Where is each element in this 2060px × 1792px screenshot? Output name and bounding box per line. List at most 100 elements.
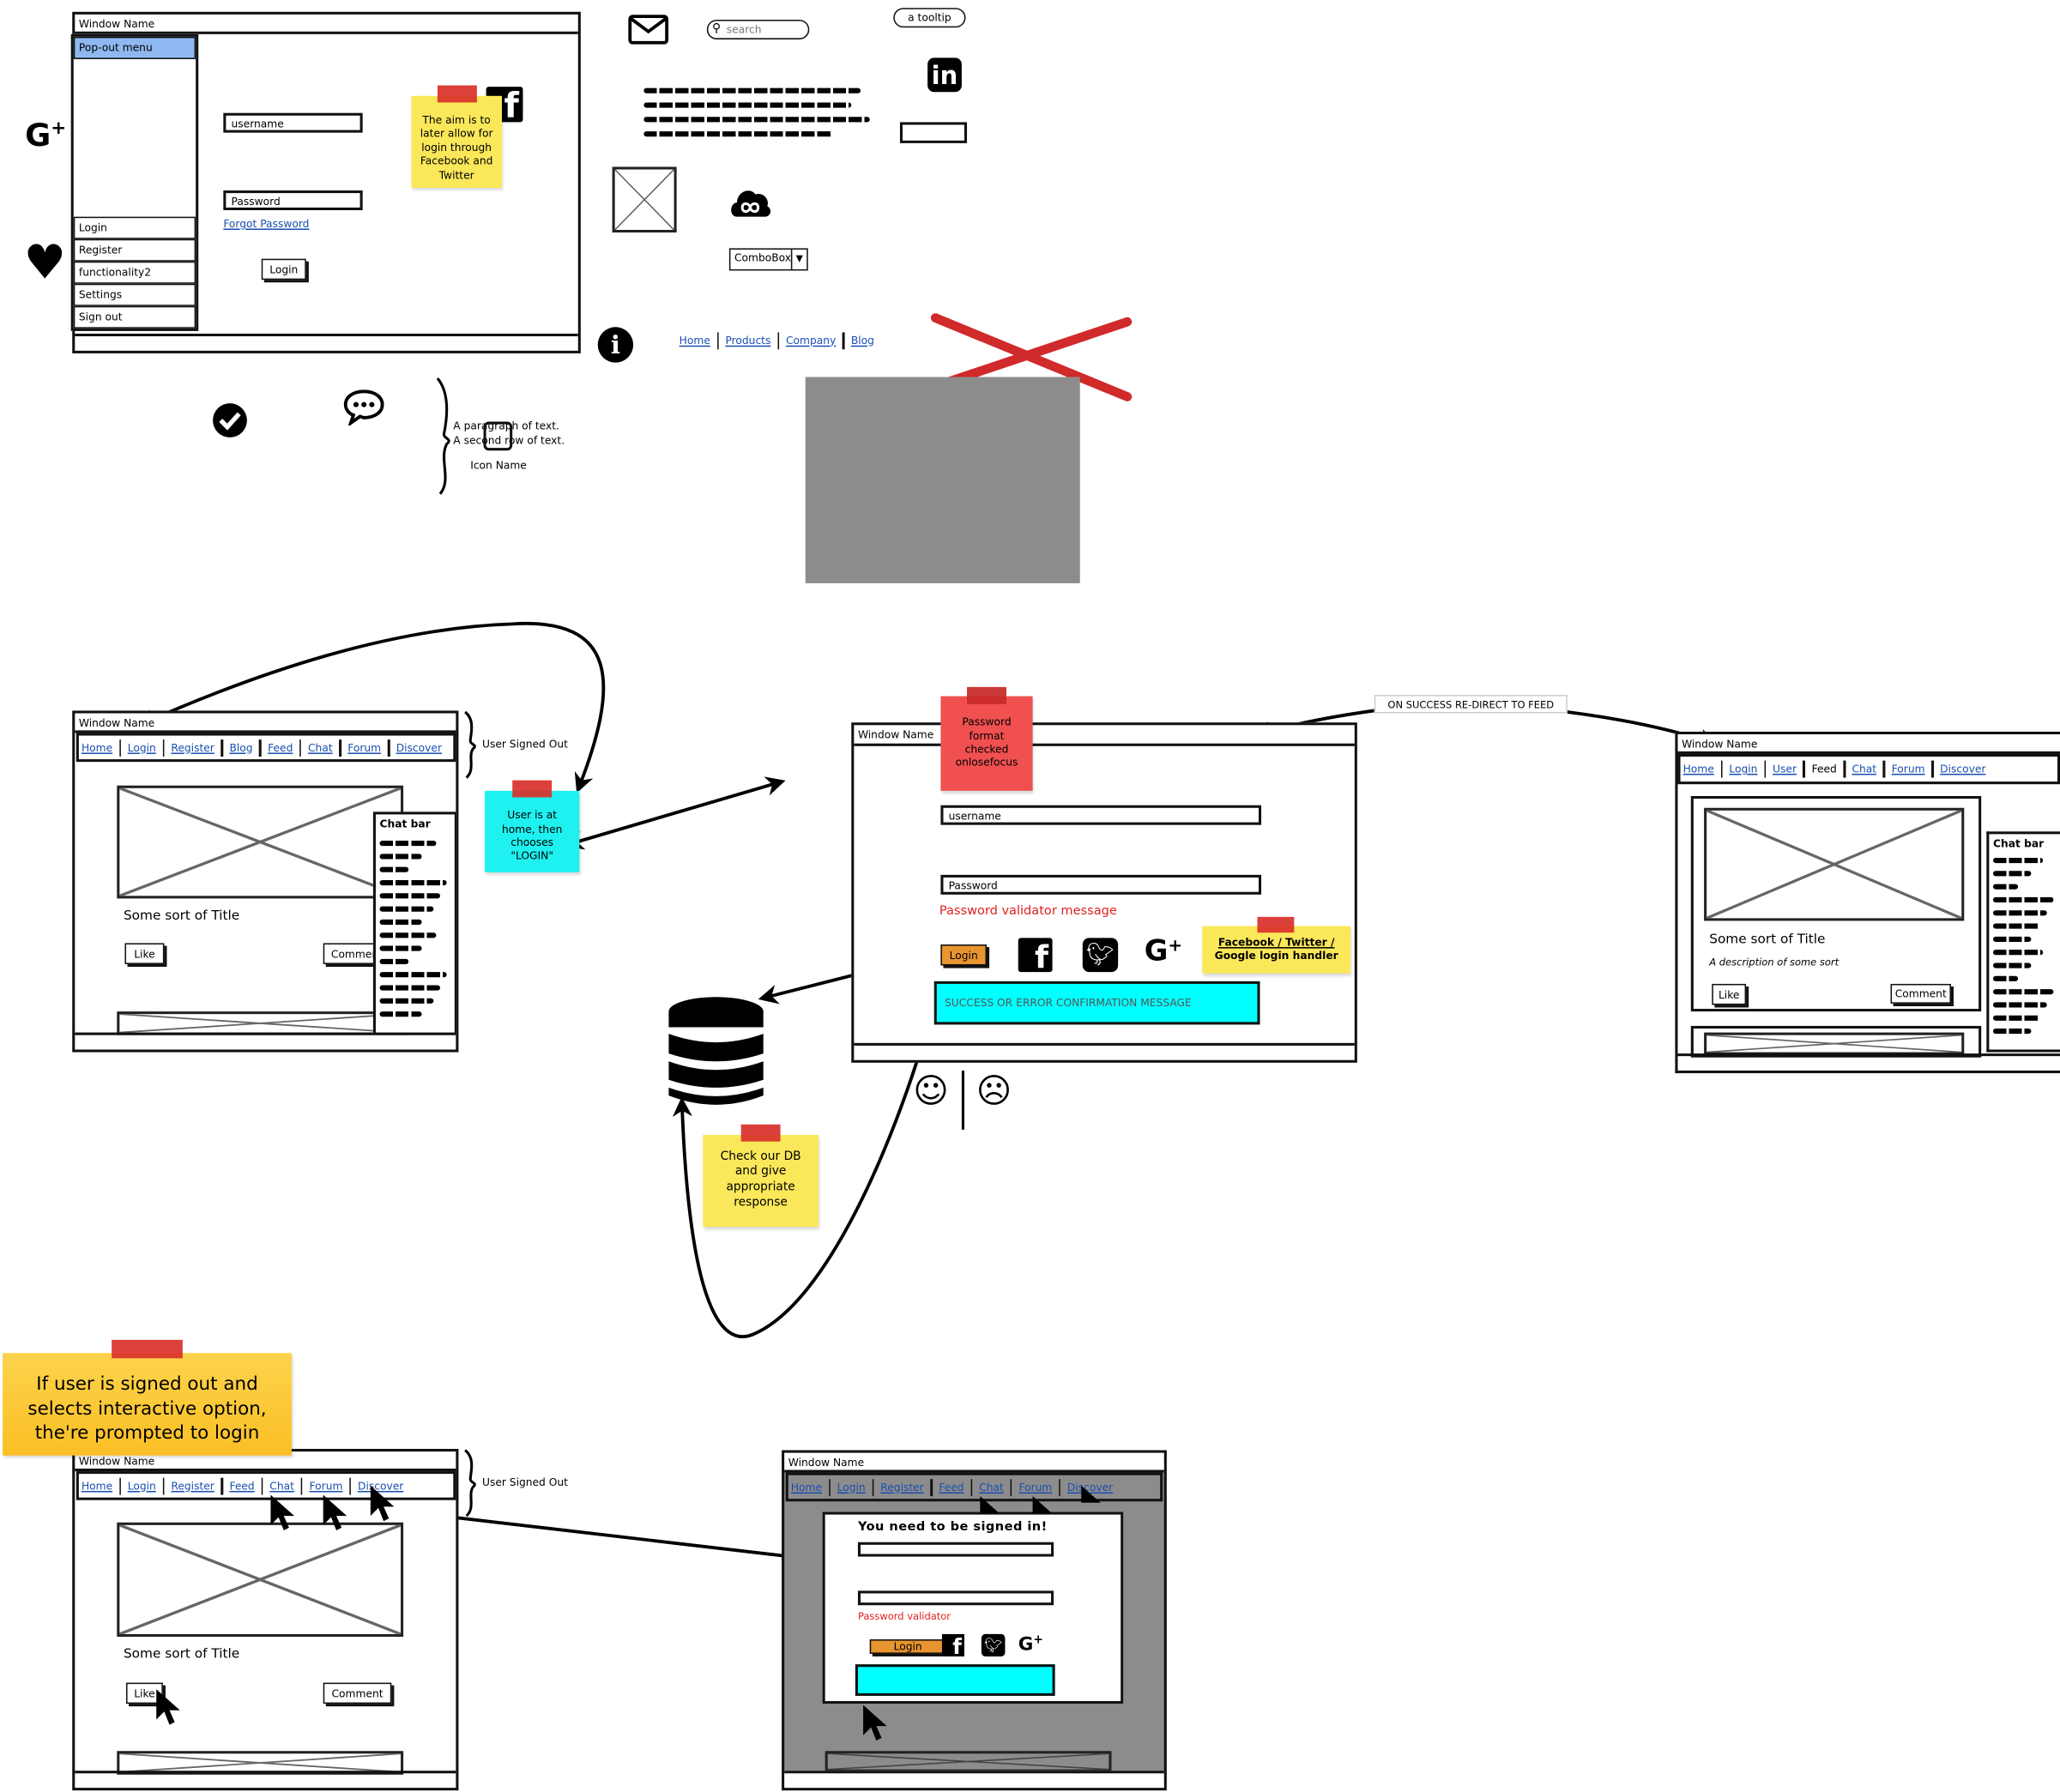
username-input[interactable] xyxy=(857,1542,1054,1557)
scribble-line xyxy=(379,919,423,926)
scribble-line xyxy=(379,985,440,991)
password-input[interactable]: Password xyxy=(223,190,363,211)
search-placeholder: search xyxy=(726,23,762,36)
menu-item-sign-out[interactable]: Sign out xyxy=(73,305,196,329)
nav-divider xyxy=(1764,760,1767,778)
nav-link-products[interactable]: Products xyxy=(725,335,770,347)
facebook-login-icon[interactable]: f xyxy=(1018,938,1053,973)
nav-link-home[interactable]: Home xyxy=(680,335,710,347)
nav-divider xyxy=(261,1476,263,1494)
nav-link-company[interactable]: Company xyxy=(786,335,836,347)
nav-link-forum[interactable]: Forum xyxy=(1892,763,1925,775)
combobox[interactable]: ComboBox ▼ xyxy=(728,248,808,271)
nav-link-forum[interactable]: Forum xyxy=(310,1480,343,1492)
google-plus-login-icon[interactable]: G+ xyxy=(1018,1635,1043,1654)
like-button[interactable]: Like xyxy=(1712,983,1747,1005)
scribble-line xyxy=(1992,975,2019,981)
nav-link-chat[interactable]: Chat xyxy=(979,1481,1004,1493)
comment-button[interactable]: Comment xyxy=(323,1682,392,1705)
nav-link-chat[interactable]: Chat xyxy=(269,1480,294,1492)
username-input[interactable]: username xyxy=(940,805,1262,825)
nav-link-register[interactable]: Register xyxy=(171,1480,214,1492)
nav-link-login[interactable]: Login xyxy=(128,1480,156,1492)
brace-label: User Signed Out xyxy=(481,1476,568,1488)
status-bar xyxy=(784,1771,1164,1789)
chat-bar: Chat bar xyxy=(1986,831,2060,1053)
nav-link-blog[interactable]: Blog xyxy=(229,741,252,753)
login-button[interactable]: Login xyxy=(869,1639,946,1654)
chevron-down-icon[interactable]: ▼ xyxy=(790,249,806,269)
nav-link-blog[interactable]: Blog xyxy=(851,335,874,347)
menu-item-register[interactable]: Register xyxy=(73,238,196,262)
password-input[interactable] xyxy=(857,1590,1054,1606)
canvas: Window Name Pop-out menu Login Register fu… xyxy=(0,0,2060,1792)
nav-link-login[interactable]: Login xyxy=(128,741,156,753)
nav-link-forum[interactable]: Forum xyxy=(347,741,381,753)
cursor-icon xyxy=(1081,1485,1101,1503)
tape xyxy=(512,780,553,798)
nav-link-login[interactable]: Login xyxy=(1729,763,1757,775)
scribble-line xyxy=(1992,936,2032,942)
nav-link-home[interactable]: Home xyxy=(82,1480,112,1492)
nav-divider xyxy=(872,1478,874,1496)
nav-link-chat[interactable]: Chat xyxy=(1852,763,1876,775)
search-input[interactable]: ⚲ search xyxy=(706,19,810,39)
nav-link-user[interactable]: User xyxy=(1773,763,1797,775)
login-button[interactable]: Login xyxy=(261,258,306,281)
nav-link-forum[interactable]: Forum xyxy=(1018,1481,1052,1493)
forgot-password-link[interactable]: Forgot Password xyxy=(223,219,309,230)
twitter-login-icon[interactable]: 🐦︎ xyxy=(981,1633,1006,1656)
combobox-value: ComboBox xyxy=(734,252,792,264)
password-validator-message: Password validator message xyxy=(939,903,1117,919)
card-title: Some sort of Title xyxy=(123,908,240,924)
nav-divider xyxy=(387,739,390,757)
nav-link-feed[interactable]: Feed xyxy=(268,741,293,753)
nav-link-register[interactable]: Register xyxy=(171,741,214,753)
popout-menu: Pop-out menu Login Register functionality2… xyxy=(70,33,199,331)
icon-name-label: Icon Name xyxy=(470,459,527,472)
nav-link-login[interactable]: Login xyxy=(837,1481,866,1493)
login-modal: You need to be signed in! Password valid… xyxy=(822,1511,1124,1705)
menu-item-functionality2[interactable]: functionality2 xyxy=(73,261,196,284)
window-signed-out-interaction: Window Name Home Login Register Feed Chat For… xyxy=(72,1449,459,1791)
google-plus-login-icon[interactable]: G+ xyxy=(1145,938,1182,967)
nav-link-discover[interactable]: Discover xyxy=(1940,763,1985,775)
scribble-line xyxy=(379,958,408,964)
menu-item-login[interactable]: Login xyxy=(73,216,196,239)
menu-header[interactable]: Pop-out menu xyxy=(73,36,196,59)
image-placeholder xyxy=(117,1522,404,1637)
nav-link-chat[interactable]: Chat xyxy=(308,741,333,753)
nav-divider xyxy=(970,1478,973,1496)
nav-link-feed[interactable]: Feed xyxy=(939,1481,964,1493)
nav-link-register[interactable]: Register xyxy=(880,1481,923,1493)
scribble-line xyxy=(1992,896,2053,903)
login-button[interactable]: Login xyxy=(940,944,988,966)
twitter-login-icon[interactable]: 🐦︎ xyxy=(1082,938,1119,973)
empty-button[interactable] xyxy=(899,122,968,143)
facebook-login-icon[interactable]: f xyxy=(941,1633,964,1656)
scribble-line xyxy=(1992,1015,2041,1021)
nav-link-home[interactable]: Home xyxy=(1683,763,1714,775)
status-bar xyxy=(75,333,578,351)
sticky-note-social-handler: Facebook / Twitter / Google login handle… xyxy=(1202,926,1351,974)
nav-divider xyxy=(716,331,719,349)
gray-block xyxy=(805,377,1080,583)
chat-bar: Chat bar xyxy=(372,812,457,1035)
nav-link-home[interactable]: Home xyxy=(82,741,112,753)
nav-divider xyxy=(828,1478,831,1496)
comment-button[interactable]: Comment xyxy=(1890,983,1951,1004)
username-input[interactable]: username xyxy=(223,112,363,133)
like-button[interactable]: Like xyxy=(124,943,165,964)
menu-item-settings[interactable]: Settings xyxy=(73,283,196,306)
nav-link-home[interactable]: Home xyxy=(791,1481,822,1493)
scribble-line xyxy=(1992,871,2032,877)
nav-link-feed[interactable]: Feed xyxy=(229,1480,254,1492)
nav-divider xyxy=(162,1476,165,1494)
password-input[interactable]: Password xyxy=(940,874,1262,895)
nav-link-discover[interactable]: Discover xyxy=(396,741,442,753)
nav-divider xyxy=(349,1476,352,1494)
nav-link-feed[interactable]: Feed xyxy=(1812,763,1837,775)
modal-title: You need to be signed in! xyxy=(857,1519,1048,1535)
scribble-line xyxy=(379,893,440,899)
scribble-line xyxy=(1992,857,2044,864)
